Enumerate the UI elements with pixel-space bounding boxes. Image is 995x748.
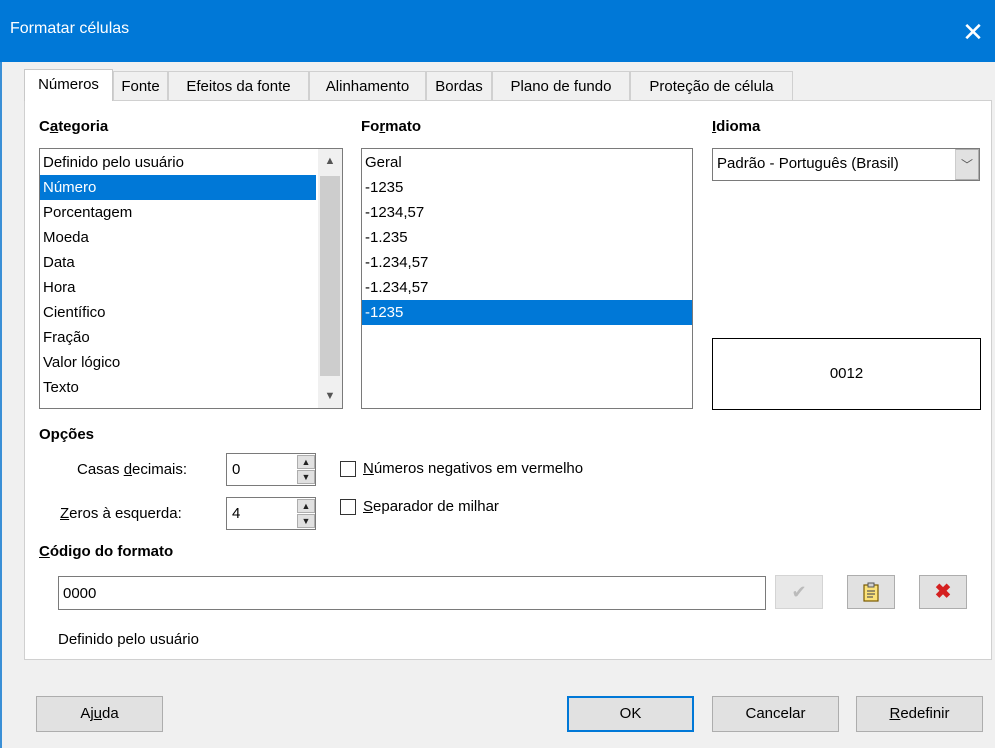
format-item-selected[interactable]: -1235 (362, 300, 692, 325)
category-items: Definido pelo usuário Número Porcentagem… (40, 150, 316, 400)
tab-plano-fundo[interactable]: Plano de fundo (492, 71, 630, 100)
category-scrollbar[interactable]: ▲ ▼ (318, 149, 342, 408)
chevron-down-icon[interactable]: ﹀ (955, 149, 979, 180)
category-item-data[interactable]: Data (40, 250, 316, 275)
options-heading: Opções (39, 426, 95, 443)
tab-efeitos-fonte[interactable]: Efeitos da fonte (168, 71, 309, 100)
category-item-cientifico[interactable]: Científico (40, 300, 316, 325)
spin-up-icon[interactable]: ▲ (297, 455, 315, 469)
format-list[interactable]: Geral -1235 -1234,57 -1.235 -1.234,57 -1… (361, 148, 693, 409)
category-item-numero[interactable]: Número (40, 175, 316, 200)
leading-zeros-value: 4 (232, 505, 241, 522)
negative-red-label: Números negativos em vermelho (363, 460, 584, 477)
leading-zeros-spinner[interactable]: 4 ▲ ▼ (226, 497, 316, 530)
edit-comment-button[interactable] (847, 575, 895, 609)
scroll-down-icon[interactable]: ▼ (318, 384, 342, 408)
format-item[interactable]: Geral (362, 150, 692, 175)
category-item-definido[interactable]: Definido pelo usuário (40, 150, 316, 175)
scroll-up-icon[interactable]: ▲ (318, 149, 342, 173)
format-code-input[interactable]: 0000 (58, 576, 766, 610)
category-item-valor-logico[interactable]: Valor lógico (40, 350, 316, 375)
title-bar: Formatar células ✕ (0, 0, 995, 62)
help-button[interactable]: Ajuda (36, 696, 163, 732)
category-item-porcentagem[interactable]: Porcentagem (40, 200, 316, 225)
leading-zeros-label: Zeros à esquerda: (60, 505, 182, 522)
close-icon[interactable]: ✕ (953, 12, 993, 52)
category-item-texto[interactable]: Texto (40, 375, 316, 400)
spin-down-icon[interactable]: ▼ (297, 470, 315, 484)
tab-protecao-celula[interactable]: Proteção de célula (630, 71, 793, 100)
spin-down-icon[interactable]: ▼ (297, 514, 315, 528)
delete-format-button[interactable]: ✖ (919, 575, 967, 609)
format-code-value: 0000 (63, 585, 97, 602)
format-description: Definido pelo usuário (58, 631, 199, 648)
dialog-title: Formatar células (10, 20, 130, 37)
format-heading: Formato (361, 118, 422, 135)
check-icon: ✔ (791, 582, 807, 602)
negative-red-checkbox[interactable] (340, 461, 356, 477)
thousands-separator-label: Separador de milhar (363, 498, 499, 515)
format-item[interactable]: -1234,57 (362, 200, 692, 225)
category-list[interactable]: Definido pelo usuário Número Porcentagem… (39, 148, 343, 409)
language-heading: Idioma (712, 118, 761, 135)
category-item-hora[interactable]: Hora (40, 275, 316, 300)
reset-button[interactable]: Redefinir (856, 696, 983, 732)
tab-fonte[interactable]: Fonte (113, 71, 168, 100)
tab-panel-numeros: Categoria Definido pelo usuário Número P… (24, 100, 992, 660)
format-item[interactable]: -1235 (362, 175, 692, 200)
spin-up-icon[interactable]: ▲ (297, 499, 315, 513)
format-item[interactable]: -1.234,57 (362, 250, 692, 275)
language-value: Padrão - Português (Brasil) (717, 155, 899, 172)
note-icon (863, 582, 879, 602)
thousands-separator-checkbox[interactable] (340, 499, 356, 515)
category-item-moeda[interactable]: Moeda (40, 225, 316, 250)
tab-alinhamento[interactable]: Alinhamento (309, 71, 426, 100)
format-code-heading: Código do formato (39, 543, 174, 560)
tab-bordas[interactable]: Bordas (426, 71, 492, 100)
preview-value: 0012 (829, 365, 864, 382)
decimal-places-value: 0 (232, 461, 241, 478)
format-item[interactable]: -1.235 (362, 225, 692, 250)
cancel-button[interactable]: Cancelar (712, 696, 839, 732)
decimal-places-spinner[interactable]: 0 ▲ ▼ (226, 453, 316, 486)
category-item-fracao[interactable]: Fração (40, 325, 316, 350)
language-dropdown[interactable]: Padrão - Português (Brasil) ﹀ (712, 148, 980, 181)
ok-button[interactable]: OK (567, 696, 694, 732)
decimal-places-label: Casas decimais: (77, 461, 188, 478)
scroll-thumb[interactable] (320, 176, 340, 376)
tab-numeros[interactable]: Números (24, 69, 113, 101)
format-item[interactable]: -1.234,57 (362, 275, 692, 300)
format-preview: 0012 (712, 338, 981, 410)
format-items: Geral -1235 -1234,57 -1.235 -1.234,57 -1… (362, 150, 692, 325)
window-border (0, 62, 2, 748)
delete-icon: ✖ (934, 581, 952, 603)
accept-format-button[interactable]: ✔ (775, 575, 823, 609)
category-heading: Categoria (39, 118, 109, 135)
